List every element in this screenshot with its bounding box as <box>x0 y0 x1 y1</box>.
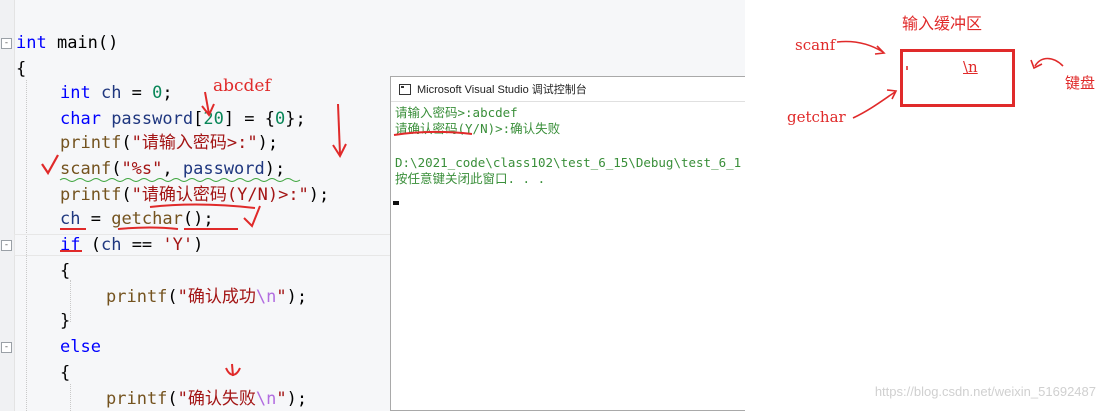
watermark: https://blog.csdn.net/weixin_51692487 <box>874 384 1096 399</box>
input-buffer-diagram: 输入缓冲区 scanf getchar 键盘 \n <box>745 0 1104 411</box>
diagram-arrows <box>836 40 1064 119</box>
code-annotations <box>41 91 347 377</box>
